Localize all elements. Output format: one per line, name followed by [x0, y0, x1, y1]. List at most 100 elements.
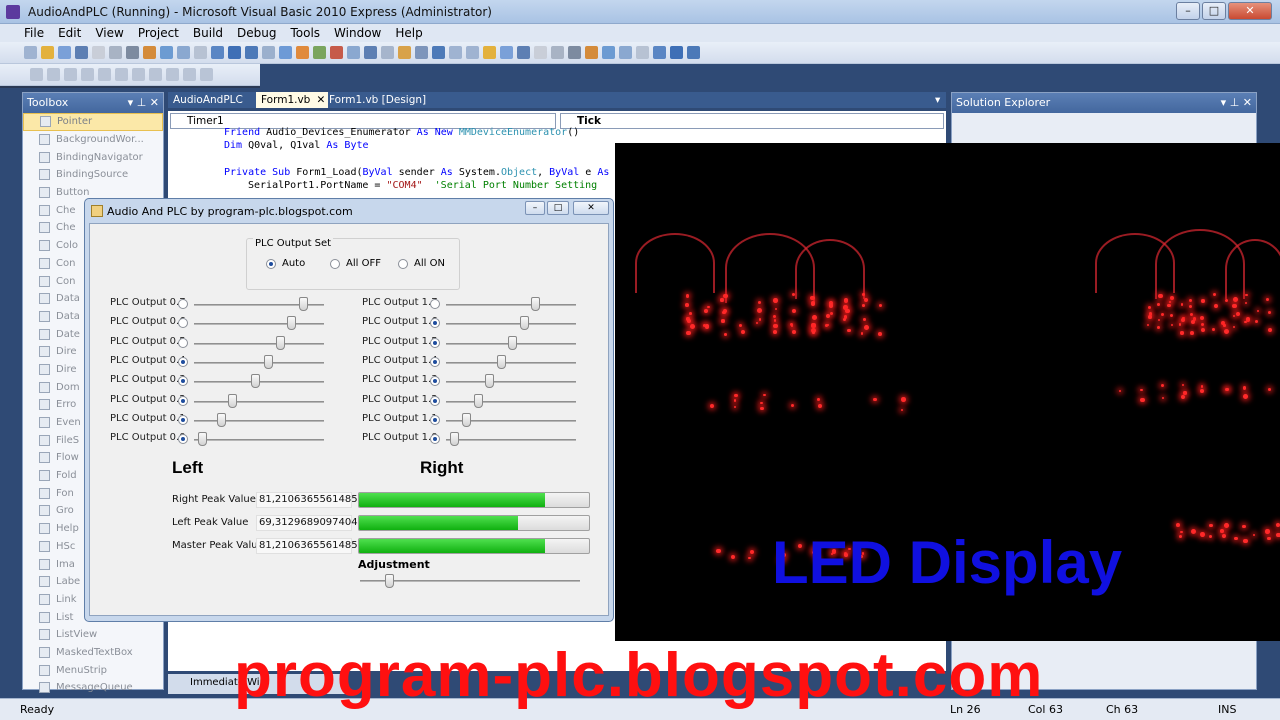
toolbar-button-icon[interactable]	[160, 46, 173, 59]
toolbar-button-icon[interactable]	[58, 46, 71, 59]
channel-slider-thumb[interactable]	[250, 374, 260, 389]
dialog-minimize-button[interactable]: –	[525, 201, 545, 215]
toolbar-button-icon[interactable]	[347, 46, 360, 59]
layout-button-icon[interactable]	[132, 68, 145, 81]
channel-slider-thumb[interactable]	[461, 412, 471, 427]
toolbar-button-icon[interactable]	[636, 46, 649, 59]
toolbar-button-icon[interactable]	[279, 46, 292, 59]
toolbar-button-icon[interactable]	[500, 46, 513, 59]
menu-view[interactable]: View	[95, 26, 123, 40]
toolbar-button-icon[interactable]	[245, 46, 258, 59]
menu-file[interactable]: File	[24, 26, 44, 40]
toolbar-button-icon[interactable]	[619, 46, 632, 59]
toolbar-button-icon[interactable]	[330, 46, 343, 59]
layout-button-icon[interactable]	[166, 68, 179, 81]
toolbar-button-icon[interactable]	[364, 46, 377, 59]
dialog-close-button[interactable]: ✕	[573, 201, 609, 215]
channel-slider-thumb[interactable]	[484, 374, 494, 389]
toolbar-button-icon[interactable]	[670, 46, 683, 59]
channel-slider-thumb[interactable]	[197, 432, 207, 447]
toolbar-button-icon[interactable]	[211, 46, 224, 59]
radio-button[interactable]	[330, 258, 340, 269]
channel-slider-thumb[interactable]	[299, 297, 309, 311]
toolbox-item[interactable]: BindingSource	[23, 166, 163, 184]
layout-button-icon[interactable]	[200, 68, 213, 81]
toolbar-button-icon[interactable]	[398, 46, 411, 59]
tab-form1-design[interactable]: Form1.vb [Design]	[324, 92, 431, 108]
layout-button-icon[interactable]	[115, 68, 128, 81]
toolbar-button-icon[interactable]	[109, 46, 122, 59]
toolbar-button-icon[interactable]	[24, 46, 37, 59]
toolbox-item[interactable]: MessageQueue	[23, 679, 163, 697]
toolbar-button-icon[interactable]	[177, 46, 190, 59]
channel-slider-thumb[interactable]	[216, 412, 226, 427]
channel-slider-thumb[interactable]	[519, 316, 529, 331]
radio-button[interactable]	[398, 258, 408, 269]
channel-slider-thumb[interactable]	[276, 335, 286, 350]
layout-button-icon[interactable]	[183, 68, 196, 81]
mode-radio-all-off[interactable]: All OFF	[330, 258, 381, 269]
toolbar-button-icon[interactable]	[602, 46, 615, 59]
dialog-maximize-button[interactable]: □	[547, 201, 569, 215]
toolbox-item[interactable]: BindingNavigator	[23, 148, 163, 166]
toolbar-button-icon[interactable]	[466, 46, 479, 59]
toolbar-button-icon[interactable]	[568, 46, 581, 59]
menu-window[interactable]: Window	[334, 26, 381, 40]
toolbar-button-icon[interactable]	[41, 46, 54, 59]
channel-slider-thumb[interactable]	[473, 393, 483, 408]
toolbar-button-icon[interactable]	[296, 46, 309, 59]
toolbar-button-icon[interactable]	[483, 46, 496, 59]
channel-slider-thumb[interactable]	[507, 335, 517, 350]
toolbar-button-icon[interactable]	[653, 46, 666, 59]
toolbar-button-icon[interactable]	[432, 46, 445, 59]
toolbar-button-icon[interactable]	[551, 46, 564, 59]
menu-project[interactable]: Project	[138, 26, 179, 40]
event-combo[interactable]: Tick	[560, 113, 944, 129]
toolbar-button-icon[interactable]	[585, 46, 598, 59]
toolbar-button-icon[interactable]	[313, 46, 326, 59]
mode-radio-all-on[interactable]: All ON	[398, 258, 445, 269]
toolbox-item[interactable]: MenuStrip	[23, 661, 163, 679]
toolbar-button-icon[interactable]	[262, 46, 275, 59]
channel-slider-thumb[interactable]	[496, 354, 506, 369]
layout-button-icon[interactable]	[98, 68, 111, 81]
menu-debug[interactable]: Debug	[237, 26, 276, 40]
toolbar-button-icon[interactable]	[126, 46, 139, 59]
channel-slider-thumb[interactable]	[264, 354, 274, 369]
toolbar-button-icon[interactable]	[449, 46, 462, 59]
maximize-button[interactable]: □	[1202, 2, 1226, 20]
toolbox-item[interactable]: MaskedTextBox	[23, 644, 163, 662]
close-icon[interactable]: ▾ ⊥ ✕	[1221, 93, 1252, 113]
toolbar-button-icon[interactable]	[517, 46, 530, 59]
toolbar-button-icon[interactable]	[228, 46, 241, 59]
toolbar-button-icon[interactable]	[75, 46, 88, 59]
tab-audioandplc[interactable]: AudioAndPLC	[168, 92, 248, 108]
layout-button-icon[interactable]	[149, 68, 162, 81]
channel-slider-thumb[interactable]	[530, 297, 540, 311]
tab-dropdown-icon[interactable]: ▾	[930, 92, 945, 108]
channel-slider-thumb[interactable]	[449, 432, 459, 447]
toolbar-button-icon[interactable]	[92, 46, 105, 59]
close-button[interactable]: ✕	[1228, 2, 1272, 20]
layout-button-icon[interactable]	[64, 68, 77, 81]
toolbar-button-icon[interactable]	[381, 46, 394, 59]
toolbar-button-icon[interactable]	[534, 46, 547, 59]
minimize-button[interactable]: –	[1176, 2, 1200, 20]
channel-slider-thumb[interactable]	[287, 316, 297, 331]
menu-tools[interactable]: Tools	[290, 26, 320, 40]
menu-build[interactable]: Build	[193, 26, 223, 40]
adjustment-slider-thumb[interactable]	[385, 574, 395, 588]
toolbox-item[interactable]: ListView	[23, 626, 163, 644]
mode-radio-auto[interactable]: Auto	[266, 258, 305, 269]
layout-button-icon[interactable]	[30, 68, 43, 81]
tab-form1-vb[interactable]: Form1.vb ✕	[256, 92, 329, 108]
toolbar-button-icon[interactable]	[143, 46, 156, 59]
layout-button-icon[interactable]	[47, 68, 60, 81]
toolbox-item[interactable]: BackgroundWor...	[23, 131, 163, 149]
menu-edit[interactable]: Edit	[58, 26, 81, 40]
close-icon[interactable]: ▾ ⊥ ✕	[128, 93, 159, 113]
toolbar-button-icon[interactable]	[415, 46, 428, 59]
channel-slider-thumb[interactable]	[227, 393, 237, 408]
radio-button[interactable]	[266, 258, 276, 269]
layout-button-icon[interactable]	[81, 68, 94, 81]
